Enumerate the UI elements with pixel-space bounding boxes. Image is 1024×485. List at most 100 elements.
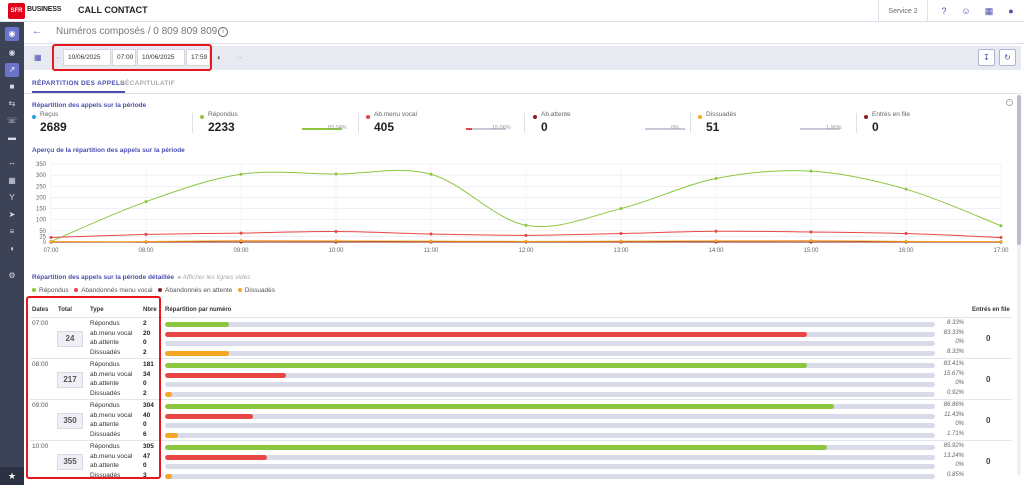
distribution-bar <box>165 473 935 479</box>
row-percent: 0.92% <box>946 389 964 396</box>
legend-label: Dissuadés <box>244 287 276 294</box>
detail-title: Répartition des appels sur la période dé… <box>32 274 174 281</box>
legend-item[interactable]: Dissuadés <box>237 287 276 294</box>
data-point <box>334 172 338 176</box>
legend-label: Abandonnés en attente <box>165 287 233 294</box>
row-percent: 0% <box>955 462 964 468</box>
distribution-bar-fill <box>165 322 230 327</box>
distribution-bar-fill <box>165 454 267 460</box>
back-arrow-icon[interactable]: ← <box>32 26 42 37</box>
row-percent: 0% <box>955 421 964 427</box>
dissuades-dot <box>698 115 702 119</box>
service-selector[interactable]: Service 2 <box>878 0 928 22</box>
row-percent: 15.67% <box>943 370 964 377</box>
stat-value: 2233 <box>208 120 235 134</box>
users-icon[interactable]: ☺ <box>960 5 972 17</box>
eye-icon[interactable]: ◉ <box>5 46 19 60</box>
distribution-bar-fill <box>165 363 808 368</box>
y-tick-label: 100 <box>36 218 47 224</box>
help-icon[interactable]: ? <box>938 5 950 17</box>
grid-icon[interactable]: ▦ <box>983 5 995 17</box>
y-tick-label: 50 <box>39 229 46 235</box>
data-point <box>334 230 338 234</box>
stat-label: Répondus <box>208 111 238 118</box>
trend-icon[interactable]: ↗ <box>5 63 19 77</box>
row-divider <box>30 399 1012 400</box>
data-point <box>524 223 528 227</box>
arrow-icon[interactable]: ➤ <box>5 208 19 222</box>
data-point <box>904 232 908 236</box>
stat-value: 405 <box>374 120 395 134</box>
chart-title: Aperçu de la répartition des appels sur … <box>32 147 185 154</box>
data-point <box>619 239 623 243</box>
fork-icon[interactable]: Y <box>5 191 19 205</box>
col-entres-file[interactable]: Entrés en file <box>972 307 1010 313</box>
data-point <box>809 239 813 243</box>
data-point <box>144 240 148 244</box>
page-title: Numéros composés / 0 809 809 809 <box>56 26 218 37</box>
stat-label: Reçus <box>40 111 59 118</box>
stat-pct: 15.06% <box>492 125 511 131</box>
row-percent: 8.33% <box>946 320 964 326</box>
data-point <box>429 239 433 243</box>
routing-icon[interactable]: ⇆ <box>5 97 19 111</box>
transfer-icon[interactable]: ↔ <box>5 156 19 170</box>
download-button[interactable]: ↧ <box>978 49 995 66</box>
row-entres-file: 0 <box>986 375 991 384</box>
col-repartition: Répartition par numéro <box>165 307 232 313</box>
divider <box>358 113 359 133</box>
headphones-icon[interactable]: ◖ <box>5 242 19 256</box>
toggle-label: Afficher les lignes vides <box>182 274 251 281</box>
row-divider <box>30 358 1012 359</box>
row-percent: 1.71% <box>946 430 964 437</box>
y-tick-label: 200 <box>36 195 47 201</box>
x-tick-label: 13:00 <box>613 248 629 254</box>
entres-dot <box>864 115 868 119</box>
detail-header: Répartition des appels sur la période dé… <box>32 273 251 281</box>
stat-pct: 1.90% <box>826 125 842 131</box>
data-point <box>999 240 1003 244</box>
row-entres-file: 0 <box>986 416 991 425</box>
data-point <box>239 231 243 235</box>
empty-rows-toggle[interactable]: ▸ Afficher les lignes vides <box>178 274 251 281</box>
legend-label: Répondus <box>39 287 69 294</box>
scrollbar-thumb[interactable] <box>1017 95 1021 245</box>
data-point <box>334 239 338 243</box>
distribution-bar-fill <box>165 413 253 419</box>
sfr-logo[interactable]: SFR <box>8 3 25 19</box>
collapse-icon[interactable]: - <box>1006 99 1013 106</box>
contrast-icon[interactable]: ◐ <box>217 53 222 62</box>
date-range-highlight <box>52 44 212 71</box>
data-point <box>239 172 243 176</box>
settings-icon[interactable]: ⚙ <box>5 269 19 283</box>
star-icon[interactable]: ★ <box>0 467 24 485</box>
summary-title: Répartition des appels sur la période <box>32 102 147 109</box>
page-header: ← Numéros composés / 0 809 809 809 i <box>24 22 1024 44</box>
headset-icon[interactable]: ◉ <box>5 27 19 41</box>
phone-icon[interactable]: ☏ <box>5 114 19 128</box>
tab-bar: RÉPARTITION DES APPELS RÉCAPITULATIF <box>24 72 1021 94</box>
tab-recapitulatif[interactable]: RÉCAPITULATIF <box>120 80 175 87</box>
row-divider <box>30 317 1012 318</box>
next-arrow-icon[interactable]: → <box>236 54 243 61</box>
legend-item[interactable]: Abandonnés menu vocal <box>74 287 153 294</box>
legend-item[interactable]: Répondus <box>32 287 69 294</box>
stat-mini-bar <box>645 128 685 130</box>
refresh-button[interactable]: ↻ <box>999 49 1016 66</box>
y-tick-label: 25 <box>39 234 46 240</box>
account-icon[interactable]: ● <box>1005 5 1017 17</box>
tab-repartition[interactable]: RÉPARTITION DES APPELS <box>32 80 125 93</box>
distribution-bar-fill <box>165 331 807 337</box>
folder-icon[interactable]: ▬ <box>5 131 19 145</box>
info-icon[interactable]: i <box>218 27 228 37</box>
stat-value: 2689 <box>40 120 67 134</box>
queue-icon[interactable]: ≡ <box>5 225 19 239</box>
legend-label: Abandonnés menu vocal <box>81 287 153 294</box>
calendar-icon[interactable]: ▦ <box>34 53 44 63</box>
distribution-bar-fill <box>165 372 286 378</box>
distribution-bar <box>165 331 935 337</box>
save-icon[interactable]: ■ <box>5 80 19 94</box>
legend-item[interactable]: Abandonnés en attente <box>158 287 232 294</box>
calendar-icon[interactable]: ▦ <box>5 174 19 188</box>
distribution-bar <box>165 413 935 419</box>
